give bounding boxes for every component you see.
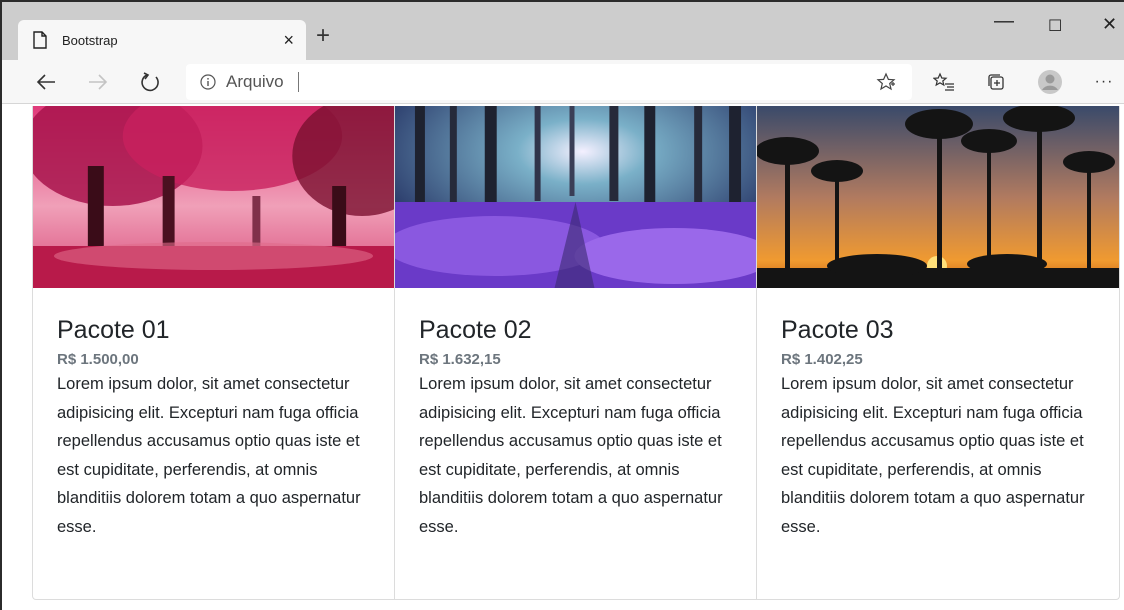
url-input[interactable] [304,73,912,91]
address-bar[interactable]: Arquivo [186,64,912,100]
card-body: Pacote 03 R$ 1.402,25 Lorem ipsum dolor,… [757,288,1119,541]
card-body: Pacote 02 R$ 1.632,15 Lorem ipsum dolor,… [395,288,756,541]
palm-tree-sunset-image [757,106,1119,288]
tab-title: Bootstrap [62,32,118,48]
card-text: Lorem ipsum dolor, sit amet consectetur … [57,375,361,536]
card-body: Pacote 01 R$ 1.500,00 Lorem ipsum dolor,… [33,288,394,541]
new-tab-icon[interactable]: + [316,24,330,48]
browser-tab[interactable]: Bootstrap × [18,20,306,60]
text-caret [297,72,299,92]
page-icon [33,31,47,49]
tab-close-icon[interactable]: × [283,31,294,49]
page-content: Pacote 01 R$ 1.500,00 Lorem ipsum dolor,… [32,106,1120,600]
card-text: Lorem ipsum dolor, sit amet consectetur … [419,375,723,536]
tab-strip: Bootstrap × + — ☐ ✕ [2,2,1124,60]
forward-icon[interactable] [84,68,112,96]
profile-avatar-icon[interactable] [1036,68,1064,96]
close-window-icon[interactable]: ✕ [1102,14,1117,35]
info-icon[interactable] [200,74,216,90]
collections-icon[interactable] [982,68,1010,96]
purple-flower-forest-image [395,106,756,288]
back-icon[interactable] [32,68,60,96]
favorites-list-icon[interactable] [930,68,958,96]
card-price: R$ 1.500,00 [57,351,139,368]
minimize-icon[interactable]: — [994,10,1014,33]
card-group: Pacote 01 R$ 1.500,00 Lorem ipsum dolor,… [32,106,1120,600]
navigation-bar: Arquivo ··· [2,60,1124,104]
browser-window: Bootstrap × + — ☐ ✕ Arquivo ··· Pacote 0… [0,0,1124,610]
card-title: Pacote 01 [57,316,170,344]
card-pacote-03: Pacote 03 R$ 1.402,25 Lorem ipsum dolor,… [757,106,1119,599]
card-price: R$ 1.402,25 [781,351,863,368]
pink-autumn-forest-image [33,106,394,288]
card-pacote-01: Pacote 01 R$ 1.500,00 Lorem ipsum dolor,… [33,106,395,599]
refresh-icon[interactable] [136,68,164,96]
favorite-star-icon[interactable] [872,68,900,96]
card-price: R$ 1.632,15 [419,351,501,368]
address-scheme-label: Arquivo [226,72,284,91]
more-menu-icon[interactable]: ··· [1090,68,1118,96]
card-pacote-02: Pacote 02 R$ 1.632,15 Lorem ipsum dolor,… [395,106,757,599]
maximize-icon[interactable]: ☐ [1048,16,1062,36]
card-text: Lorem ipsum dolor, sit amet consectetur … [781,375,1085,536]
card-title: Pacote 02 [419,316,532,344]
card-title: Pacote 03 [781,316,894,344]
